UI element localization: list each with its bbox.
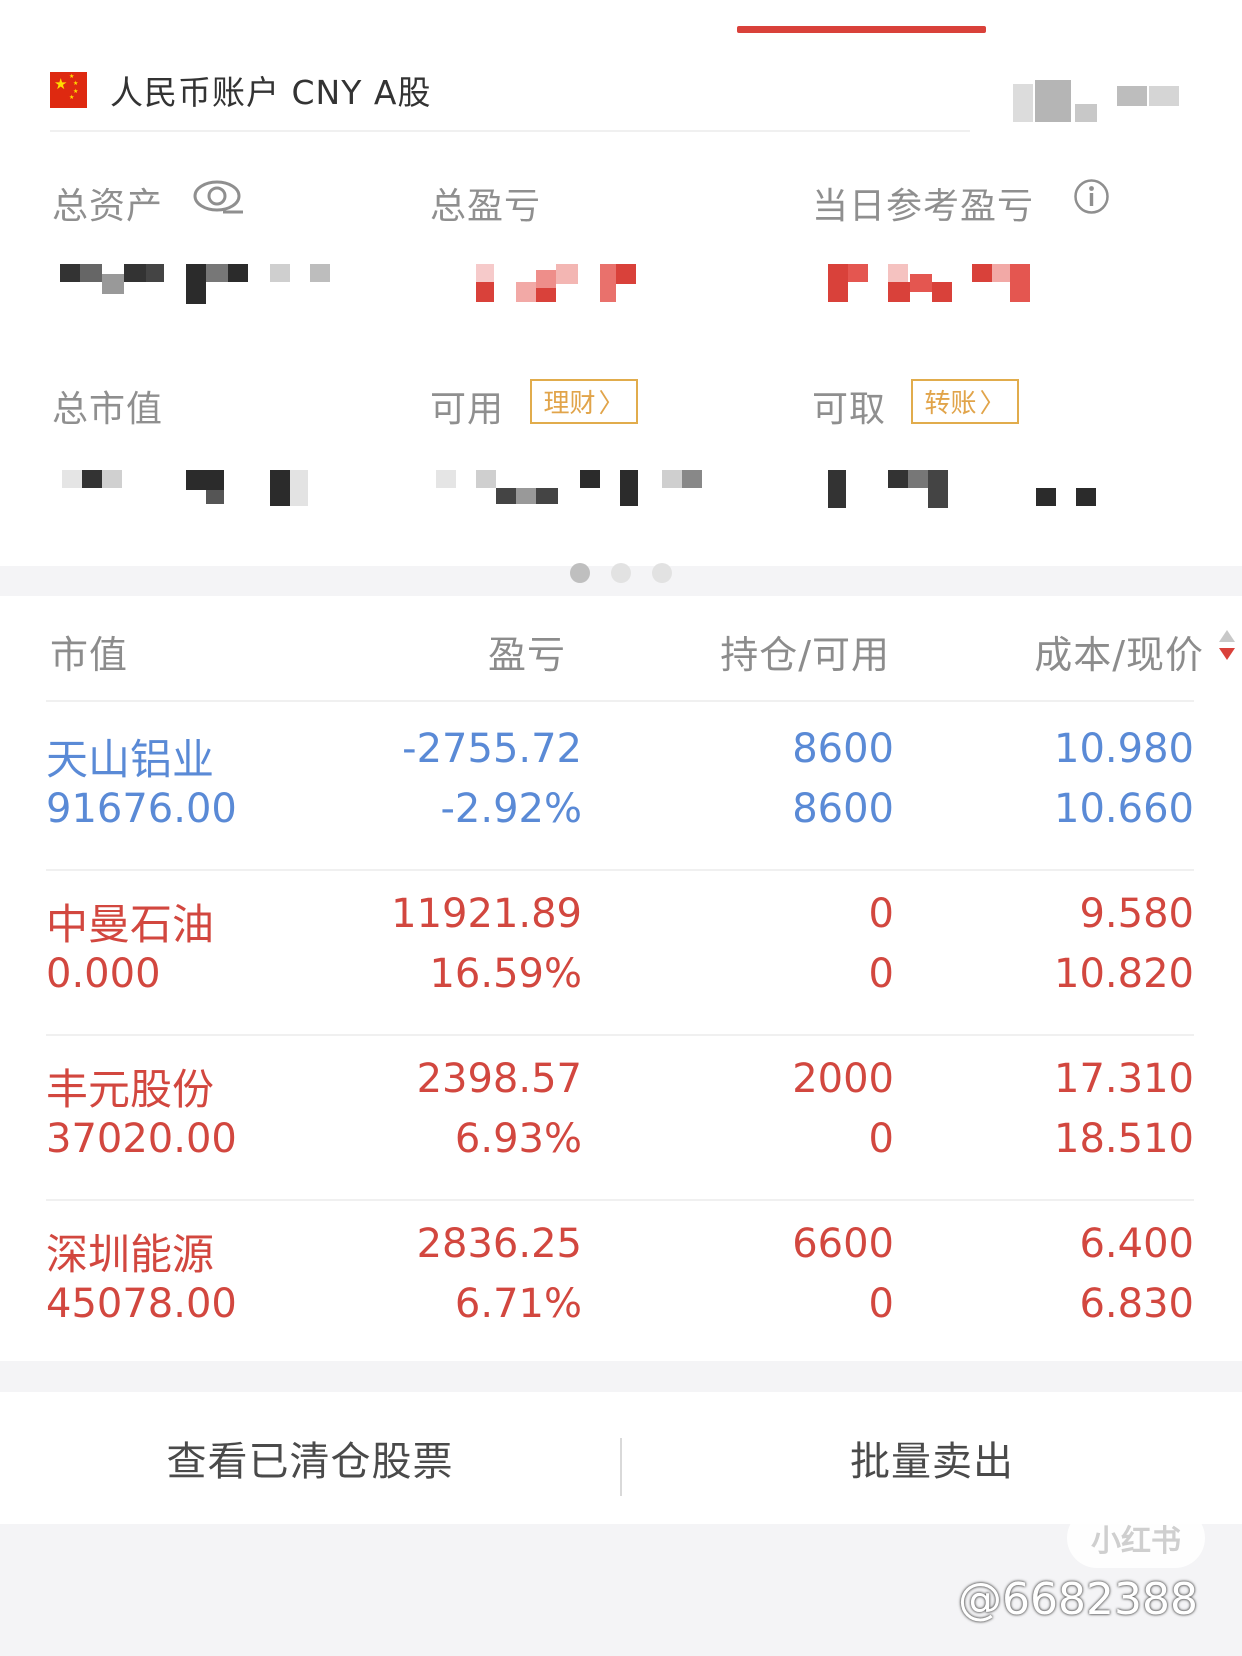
stock-available: 0 <box>868 951 894 997</box>
stock-price: 10.660 <box>1054 786 1194 832</box>
page-indicator <box>570 563 672 583</box>
xiaohongshu-watermark-badge: 小红书 <box>1067 1508 1205 1568</box>
footer-action-bar: 查看已清仓股票 批量卖出 <box>0 1392 1242 1524</box>
total-assets-value-masked <box>60 260 340 308</box>
eye-icon[interactable] <box>193 179 245 215</box>
stock-cost: 10.980 <box>1054 726 1194 772</box>
stock-name: 丰元股份 <box>46 1065 215 1114</box>
stock-pnl-percent: 6.71% <box>454 1281 582 1327</box>
stock-pnl-percent: 16.59% <box>429 951 582 997</box>
stock-position: 0 <box>868 891 894 937</box>
account-number-masked <box>1013 76 1199 138</box>
total-pnl-value-masked <box>474 260 644 322</box>
table-row[interactable]: 中曼石油 0.000 11921.89 16.59% 0 0 9.580 10.820 <box>0 871 1242 1036</box>
holdings-table: 市值 盈亏 持仓/可用 成本/现价 天山铝业 91676.00 -2755.72 -2… <box>0 596 1242 1361</box>
table-row[interactable]: 丰元股份 37020.00 2398.57 6.93% 2000 0 17.310 18.51… <box>0 1036 1242 1201</box>
china-flag-icon: ★ ★ ★ ★ ★ <box>50 72 87 108</box>
sort-icon[interactable] <box>1216 626 1238 666</box>
stock-pnl: 11921.89 <box>391 891 582 937</box>
stock-price: 6.830 <box>1079 1281 1194 1327</box>
info-icon[interactable] <box>1073 178 1110 215</box>
stock-pnl: 2836.25 <box>416 1221 582 1267</box>
total-pnl-label: 总盈亏 <box>430 186 542 227</box>
daily-pnl-label: 当日参考盈亏 <box>812 186 1035 227</box>
daily-pnl-value-masked <box>826 260 1036 322</box>
header-divider <box>46 700 1194 702</box>
stock-price: 18.510 <box>1054 1116 1194 1162</box>
page-dot-2[interactable] <box>611 563 631 583</box>
stock-position: 2000 <box>792 1056 894 1102</box>
page-dot-3[interactable] <box>652 563 672 583</box>
top-tab-strip <box>0 0 1242 36</box>
stock-cost: 17.310 <box>1054 1056 1194 1102</box>
table-row[interactable]: 天山铝业 91676.00 -2755.72 -2.92% 8600 8600 10.980… <box>0 706 1242 871</box>
stock-market-value: 45078.00 <box>46 1281 237 1327</box>
account-header[interactable]: ★ ★ ★ ★ ★ 人民币账户 CNY A股 <box>50 62 431 118</box>
transfer-button-label: 转账 <box>924 389 977 419</box>
header-divider <box>50 130 970 132</box>
batch-sell-button[interactable]: 批量卖出 <box>622 1392 1242 1524</box>
stock-pnl: 2398.57 <box>416 1056 582 1102</box>
stock-pnl: -2755.72 <box>402 726 582 772</box>
column-header-position-available[interactable]: 持仓/可用 <box>640 624 890 679</box>
market-value-masked <box>60 466 320 518</box>
active-tab-indicator <box>737 26 986 33</box>
stock-market-value: 37020.00 <box>46 1116 237 1162</box>
total-assets-label: 总资产 <box>52 186 164 227</box>
column-header-market-value[interactable]: 市值 <box>50 624 128 679</box>
withdrawable-label: 可取 <box>812 389 887 430</box>
stock-name: 深圳能源 <box>46 1230 215 1279</box>
account-summary-card: ★ ★ ★ ★ ★ 人民币账户 CNY A股 总资产 总盈亏 当日参考盈亏 总市… <box>0 36 1242 583</box>
stock-cost: 9.580 <box>1079 891 1194 937</box>
page-dot-1[interactable] <box>570 563 590 583</box>
account-title: 人民币账户 CNY A股 <box>110 73 432 112</box>
market-value-label: 总市值 <box>52 389 164 430</box>
view-cleared-stocks-button[interactable]: 查看已清仓股票 <box>0 1392 620 1524</box>
stock-available: 8600 <box>792 786 894 832</box>
stock-name: 中曼石油 <box>46 900 215 949</box>
column-header-pnl[interactable]: 盈亏 <box>360 624 566 679</box>
available-value-masked <box>434 466 714 518</box>
stock-market-value: 91676.00 <box>46 786 237 832</box>
stock-available: 0 <box>868 1116 894 1162</box>
wealth-button-label: 理财 <box>543 389 596 419</box>
stock-pnl-percent: 6.93% <box>454 1116 582 1162</box>
stock-market-value: 0.000 <box>46 951 161 997</box>
wealth-management-button[interactable]: 理财〉 <box>530 379 638 424</box>
column-header-cost-price[interactable]: 成本/现价 <box>950 624 1204 679</box>
withdrawable-value-masked <box>826 466 1106 518</box>
stock-available: 0 <box>868 1281 894 1327</box>
stock-price: 10.820 <box>1054 951 1194 997</box>
stock-position: 8600 <box>792 726 894 772</box>
table-row[interactable]: 深圳能源 45078.00 2836.25 6.71% 6600 0 6.400 6.830 <box>0 1201 1242 1366</box>
stock-cost: 6.400 <box>1079 1221 1194 1267</box>
available-label: 可用 <box>430 389 505 430</box>
stock-position: 6600 <box>792 1221 894 1267</box>
stock-name: 天山铝业 <box>46 735 215 784</box>
chevron-right-icon: 〉 <box>979 389 1006 419</box>
watermark-user-id: @6682388 <box>958 1574 1198 1625</box>
transfer-button[interactable]: 转账〉 <box>911 379 1019 424</box>
stock-pnl-percent: -2.92% <box>440 786 582 832</box>
chevron-right-icon: 〉 <box>598 389 625 419</box>
